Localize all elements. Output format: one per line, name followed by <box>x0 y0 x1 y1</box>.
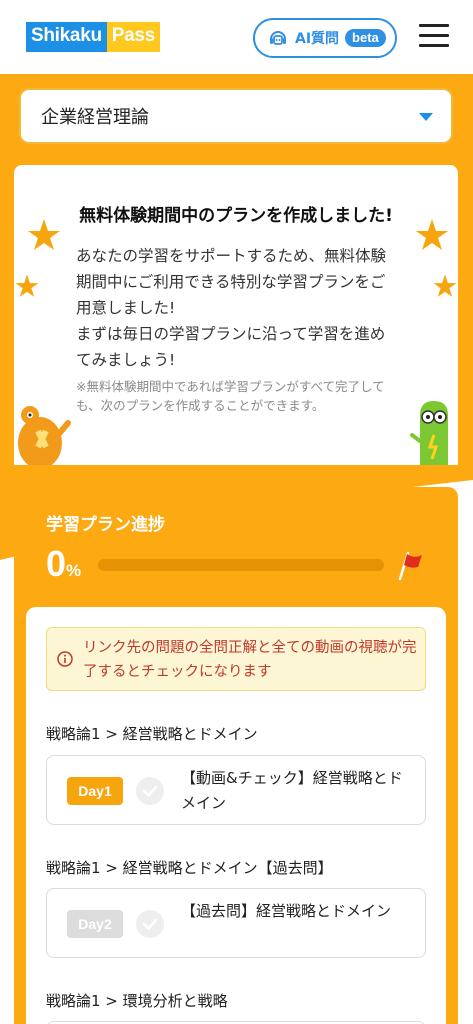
plan-created-title: 無料体験期間中のプランを作成しました! <box>79 206 393 226</box>
logo-text-pass: Pass <box>106 22 160 52</box>
green-mascot-icon <box>410 401 448 465</box>
star-icon <box>416 219 448 250</box>
section-label: 戦略論1 > 環境分析と戦略 <box>46 992 228 1010</box>
plan-created-message: あなたの学習をサポートするため、無料体験期間中にご利用できる特別な学習プランをご… <box>76 247 387 369</box>
star-icon <box>28 219 60 250</box>
check-circle-icon <box>136 777 164 805</box>
logo-text-shikaku: Shikaku <box>26 22 107 52</box>
flag-icon <box>398 551 422 581</box>
progress-title: 学習プラン進捗 <box>46 515 165 535</box>
info-icon <box>57 651 73 667</box>
progress-percent-unit: % <box>66 561 82 580</box>
plan-task-item[interactable]: Day1 【動画&チェック】経営戦略とドメイン <box>46 755 426 825</box>
plan-created-note: ※無料体験期間中であれば学習プランがすべて完了しても、次のプランを作成することが… <box>76 379 385 413</box>
study-plan-progress-card: 学習プラン進捗 0% リンク先の問題の全問正解と全ての動画の視聴が完了するとチェ… <box>14 487 458 1024</box>
task-title: 【過去問】経営戦略とドメイン <box>181 902 392 920</box>
shikaku-pass-logo[interactable]: Shikaku Pass <box>26 22 160 52</box>
completion-notice: リンク先の問題の全問正解と全ての動画の視聴が完了するとチェックになります <box>46 627 426 691</box>
plan-created-card: 無料体験期間中のプランを作成しました! あなたの学習をサポートするため、無料体験… <box>14 165 458 465</box>
beta-badge: beta <box>345 29 386 47</box>
completion-notice-text: リンク先の問題の全問正解と全ての動画の視聴が完了するとチェックになります <box>83 640 417 680</box>
section-label: 戦略論1 > 経営戦略とドメイン【過去問】 <box>46 859 333 877</box>
ai-question-label: AI質問 <box>295 31 340 47</box>
check-circle-icon <box>136 910 164 938</box>
caret-down-icon <box>419 113 433 121</box>
hamburger-menu-icon[interactable] <box>419 24 449 50</box>
day-badge: Day1 <box>67 777 123 805</box>
plan-task-panel: リンク先の問題の全問正解と全ての動画の視聴が完了するとチェックになります 戦略論… <box>26 607 446 1024</box>
section-label: 戦略論1 > 経営戦略とドメイン <box>46 725 258 743</box>
progress-percent-value: 0 <box>46 543 67 584</box>
day-badge: Day2 <box>67 910 123 938</box>
ai-question-button[interactable]: AI質問 beta <box>253 18 397 58</box>
progress-bar <box>98 559 384 571</box>
progress-percent: 0% <box>46 543 81 585</box>
plan-task-item[interactable]: Day2 【過去問】経営戦略とドメイン <box>46 888 426 958</box>
subject-select-value: 企業経営理論 <box>41 107 149 128</box>
subject-select[interactable]: 企業経営理論 <box>19 88 453 144</box>
star-icon <box>15 274 39 297</box>
star-icon <box>433 274 457 297</box>
orange-mascot-icon <box>18 406 71 465</box>
app-header: Shikaku Pass AI質問 beta <box>0 0 473 74</box>
task-title: 【動画&チェック】経営戦略とドメイン <box>181 769 403 812</box>
robot-icon <box>270 31 286 45</box>
